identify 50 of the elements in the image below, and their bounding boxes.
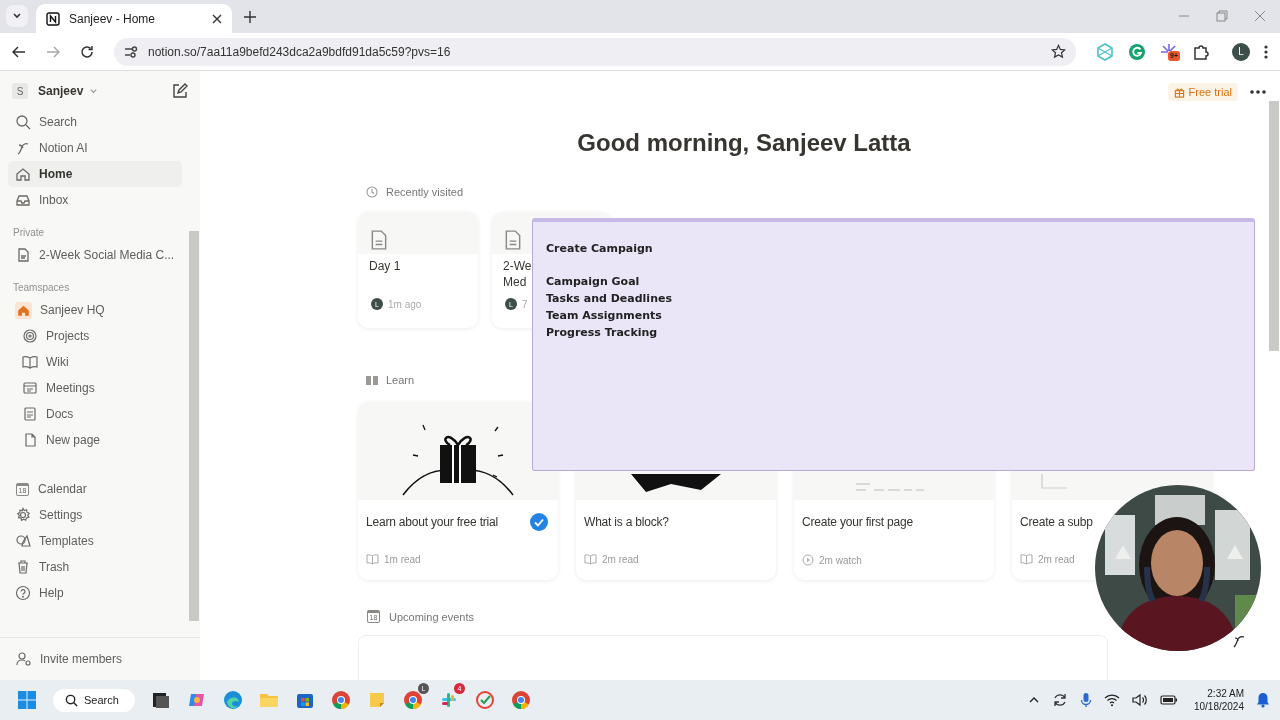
sidebar-item[interactable]: Help (8, 580, 182, 606)
section-heading: Private (12, 226, 46, 240)
url-text: notion.so/7aa11a9befd243dca2a9bdfd91da5c59?pvs=16 (148, 44, 452, 59)
section-heading: Recently visited (386, 186, 464, 198)
tab-title: Sanjeev - Home (69, 11, 157, 26)
read-time: 1m read (384, 554, 421, 565)
workspace-switcher[interactable]: Sanjeev (38, 84, 99, 98)
sidebar-page[interactable]: New page (8, 427, 182, 453)
clock[interactable]: 2:32 AM 10/18/2024 (1193, 687, 1244, 713)
card-title: Learn about your free trial (366, 515, 498, 529)
popup-line: Team Assignments (546, 308, 663, 324)
learn-card[interactable]: Learn about your free trial 1m read (358, 402, 558, 580)
section-heading: Learn (386, 374, 415, 386)
sidebar-page[interactable]: Wiki (8, 349, 182, 375)
popup-line: Progress Tracking (546, 325, 659, 341)
workspace-initial: S (12, 83, 28, 99)
sidebar-item[interactable]: Trash (8, 554, 182, 580)
read-time: 2m watch (819, 554, 862, 566)
edited-time: 1m ago (388, 298, 422, 310)
sidebar-page[interactable]: 2-Week Social Media C... (8, 242, 182, 268)
popup-line: Campaign Goal (546, 274, 641, 290)
sidebar-item[interactable]: Home (8, 161, 182, 187)
date-text: 10/18/2024 (1193, 700, 1244, 713)
popup-line: Tasks and Deadlines (546, 291, 673, 307)
teamspace-item[interactable]: Sanjeev HQ (8, 297, 182, 323)
section-heading: Upcoming events (389, 610, 474, 623)
read-time: 2m read (1038, 554, 1075, 565)
browser-tab[interactable]: Sanjeev - Home (36, 4, 232, 33)
popup-title: Create Campaign (546, 241, 654, 257)
page-title: 2-We Med (503, 258, 532, 291)
taskbar-search[interactable]: Search (53, 688, 135, 712)
profile-avatar[interactable]: L (1232, 42, 1250, 61)
section-heading: Teamspaces (12, 281, 71, 295)
sidebar-item[interactable]: Notion AI (8, 135, 182, 161)
address-bar[interactable]: notion.so/7aa11a9befd243dca2a9bdfd91da5c59?pvs=16 (114, 37, 1076, 66)
time-text: 2:32 AM (1207, 687, 1244, 700)
sidebar-item[interactable]: Inbox (8, 187, 182, 213)
greeting-heading: Good morning, Sanjeev Latta (576, 129, 912, 157)
sidebar-page[interactable]: Docs (8, 401, 182, 427)
read-time: 2m read (602, 554, 639, 565)
edited-time: 7 (522, 298, 528, 310)
sidebar-item[interactable]: Search (8, 109, 182, 135)
sidebar-page[interactable]: Projects (8, 323, 182, 349)
sidebar-item[interactable]: Templates (8, 528, 182, 554)
sidebar-item[interactable]: Settings (8, 502, 182, 528)
card-title: Create a subp (1020, 515, 1093, 529)
card-title: What is a block? (584, 515, 669, 529)
sidebar-page[interactable]: Meetings (8, 375, 182, 401)
card-title: Create your first page (802, 515, 913, 529)
page-title: Day 1 (369, 258, 401, 275)
